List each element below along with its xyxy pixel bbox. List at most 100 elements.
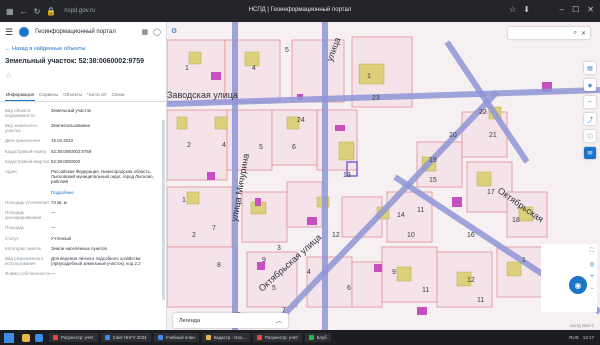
close-icon[interactable]: ✕ [587, 5, 594, 14]
bookmark-icon[interactable]: ☆ [509, 5, 516, 14]
zoom-in-icon[interactable]: + [587, 274, 597, 280]
clock[interactable]: 13:17 [583, 335, 594, 340]
street-label: Заводская улица [167, 90, 238, 100]
panel-scrollbar[interactable] [162, 120, 165, 300]
property-value: Земельный участок [51, 107, 91, 113]
svg-text:6: 6 [292, 144, 296, 151]
taskbar-item[interactable]: Росреестр: учёт [253, 333, 302, 342]
fullscreen-icon[interactable]: ⛶ [587, 248, 597, 255]
back-icon[interactable]: ← [20, 7, 28, 16]
locate-icon[interactable]: ◎ [587, 261, 597, 268]
panel-header: ☰ Геоинформационный портал ▦ ◯ [0, 22, 166, 42]
tab-services[interactable]: Сервисы [38, 90, 59, 101]
property-row: Адрес Российская Федерация, Нижегородская… [5, 166, 161, 187]
svg-text:1: 1 [185, 65, 189, 72]
map-view[interactable]: Заводская улица улица Мичурина улица Окт… [167, 22, 600, 330]
info-panel: ☰ Геоинформационный портал ▦ ◯ ← Назад в… [0, 22, 167, 330]
language-indicator[interactable]: RUS [569, 335, 579, 340]
svg-text:2: 2 [187, 142, 191, 149]
map-search[interactable]: ⌕ ✕ [508, 27, 590, 39]
tab-info[interactable]: Информация [5, 90, 36, 101]
url-field[interactable]: nspd.gov.ru [64, 8, 95, 14]
user-icon[interactable]: ◯ [153, 28, 161, 36]
svg-text:10: 10 [407, 232, 415, 239]
svg-text:4: 4 [252, 65, 256, 72]
property-key [5, 190, 51, 195]
map-attribution: НСПД 2023 © [569, 324, 594, 328]
property-key: Площадь декларированная [5, 209, 42, 221]
search-icon[interactable]: ⌕ [574, 30, 577, 37]
legend-bar[interactable]: Легенда ︿ [173, 313, 288, 328]
basemap-icon[interactable]: ▤ [584, 62, 596, 74]
chat-icon[interactable]: ✉ [584, 147, 596, 159]
map-toolbar: ▤ ◈ ⇔ ⤴ ⓘ ✉ [584, 62, 596, 159]
tab-links[interactable]: Связи [111, 90, 126, 101]
folder-icon[interactable] [22, 333, 30, 342]
browser-nav: ▦ ← ↻ 🔒 [0, 7, 56, 16]
start-button[interactable] [4, 332, 14, 343]
taskbar-item[interactable]: Росреестр: учёт [49, 333, 98, 342]
download-icon[interactable]: ⬇ [523, 5, 530, 14]
property-value: — [51, 209, 56, 215]
zoom-side-buttons: ⛶ ◎ + − [587, 248, 597, 292]
property-key: Кадастровый номер [5, 148, 47, 154]
taskbar-item[interactable]: Учебный план [153, 333, 199, 342]
svg-text:1: 1 [367, 73, 371, 80]
property-row: Вид земельного участка Землепользование [5, 120, 161, 135]
svg-text:22: 22 [479, 109, 487, 116]
favorite-star-icon[interactable]: ☆ [0, 67, 166, 84]
maximize-icon[interactable]: ☐ [572, 5, 579, 14]
property-value: Земли населённых пунктов [51, 245, 107, 251]
svg-text:12: 12 [332, 232, 340, 239]
svg-text:9: 9 [392, 269, 396, 276]
property-key: Дата присвоения [5, 138, 40, 144]
browser-icon[interactable] [35, 333, 43, 342]
zoom-out-icon[interactable]: − [587, 286, 597, 292]
share-icon[interactable]: ⤴ [584, 113, 596, 125]
property-row: Вид объекта недвижимости Земельный участо… [5, 105, 161, 120]
grid-icon[interactable]: ▦ [142, 28, 149, 36]
header-actions: ▦ ◯ [142, 28, 161, 36]
browser-toolbar: ☆ ⬇ [509, 5, 530, 14]
property-key: Категория земель [5, 245, 42, 251]
taskbar-item[interactable]: Клуб [304, 333, 331, 342]
parcel-title: Земельный участок: 52:38:0060002:9759 [5, 58, 144, 65]
svg-text:21: 21 [489, 132, 497, 139]
svg-text:23: 23 [372, 95, 380, 102]
taskbar-item-label: Росреестр: учёт [265, 335, 298, 340]
measure-icon[interactable]: ⇔ [584, 96, 596, 108]
taskbar-item-label: Сайт ННГУ 2024 [112, 335, 147, 340]
reload-icon[interactable]: ↻ [34, 7, 41, 16]
layers-icon[interactable]: ⚙ [171, 27, 177, 35]
cadastral-map[interactable]: Заводская улица улица Мичурина улица Окт… [167, 22, 600, 330]
property-row: Площадь — [5, 223, 161, 233]
lock-icon: 🔒 [46, 6, 57, 16]
info-icon[interactable]: ⓘ [584, 130, 596, 142]
svg-text:20: 20 [449, 132, 457, 139]
svg-text:2: 2 [192, 232, 196, 239]
tab-parts[interactable]: Части ЗУ [86, 90, 108, 101]
panel-tabs: Информация Сервисы Объекты Части ЗУ Связ… [0, 84, 166, 102]
details-link[interactable]: Подробнее [51, 190, 74, 195]
close-icon[interactable]: ✕ [581, 30, 586, 37]
tab-objects[interactable]: Объекты [62, 90, 83, 101]
tab-grid-icon[interactable]: ▦ [6, 7, 14, 16]
menu-icon[interactable]: ☰ [5, 27, 13, 38]
taskbar-item[interactable]: Кадастр - Goo... [201, 333, 251, 342]
svg-text:3: 3 [277, 245, 281, 252]
svg-text:15: 15 [429, 177, 437, 184]
back-link[interactable]: ← Назад в найденные объекты [0, 42, 166, 56]
layer-icon[interactable]: ◈ [584, 79, 596, 91]
property-key: Вид земельного участка [5, 122, 38, 134]
property-row: Статус Учтённый [5, 233, 161, 243]
svg-text:12: 12 [467, 277, 475, 284]
taskbar-item[interactable]: Сайт ННГУ 2024 [100, 333, 151, 342]
property-value: 52:38:0060002 [51, 158, 81, 164]
svg-text:11: 11 [417, 207, 424, 214]
assistant-button[interactable]: ◉ [569, 276, 587, 294]
svg-text:1: 1 [522, 257, 526, 264]
minimize-icon[interactable]: – [560, 5, 564, 14]
property-value: Учтённый [51, 235, 71, 241]
property-key: Статус [5, 235, 19, 241]
property-key: Вид объекта недвижимости [5, 107, 35, 118]
